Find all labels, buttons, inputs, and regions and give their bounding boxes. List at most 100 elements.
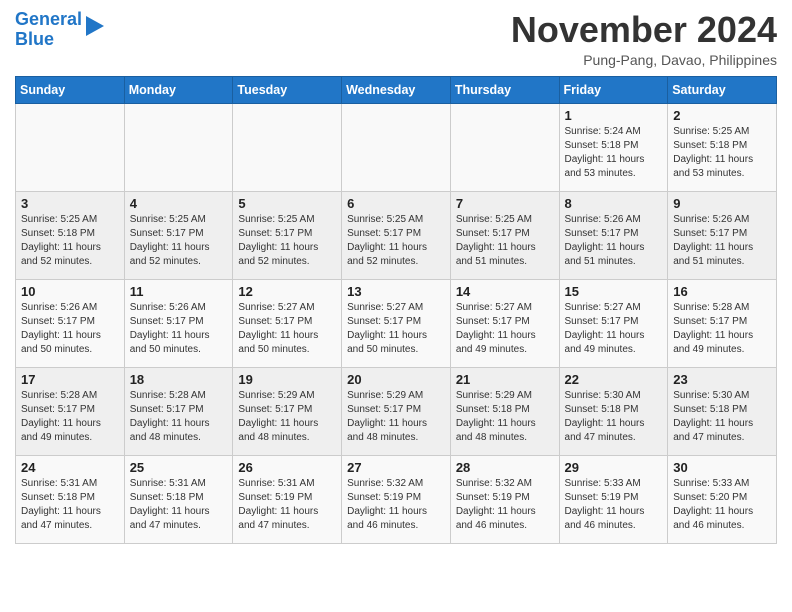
day-info: Sunrise: 5:28 AMSunset: 5:17 PMDaylight:…: [21, 389, 119, 445]
weekday-header-sunday: Sunday: [16, 76, 125, 103]
day-number: 18: [130, 372, 228, 387]
day-number: 30: [673, 460, 771, 475]
calendar-cell: 22 Sunrise: 5:30 AMSunset: 5:18 PMDayligh…: [559, 367, 668, 455]
logo-line2: Blue: [15, 29, 54, 49]
day-info: Sunrise: 5:30 AMSunset: 5:18 PMDaylight:…: [673, 389, 771, 445]
logo-icon: [84, 12, 106, 40]
calendar-table: SundayMondayTuesdayWednesdayThursdayFrid…: [15, 76, 777, 544]
calendar-cell: 5 Sunrise: 5:25 AMSunset: 5:17 PMDaylight…: [233, 191, 342, 279]
calendar-cell: 11 Sunrise: 5:26 AMSunset: 5:17 PMDayligh…: [124, 279, 233, 367]
calendar-cell: 1Sunrise: 5:24 AMSunset: 5:18 PMDaylight…: [559, 103, 668, 191]
day-info: Sunrise: 5:33 AMSunset: 5:19 PMDaylight:…: [565, 477, 663, 533]
day-info: Sunrise: 5:31 AMSunset: 5:18 PMDaylight:…: [130, 477, 228, 533]
day-info: Sunrise: 5:26 AMSunset: 5:17 PMDaylight:…: [21, 301, 119, 357]
weekday-header-wednesday: Wednesday: [342, 76, 451, 103]
calendar-cell: 17 Sunrise: 5:28 AMSunset: 5:17 PMDayligh…: [16, 367, 125, 455]
calendar-cell: [16, 103, 125, 191]
day-info: Sunrise: 5:29 AMSunset: 5:18 PMDaylight:…: [456, 389, 554, 445]
day-number: 25: [130, 460, 228, 475]
calendar-cell: 30 Sunrise: 5:33 AMSunset: 5:20 PMDayligh…: [668, 455, 777, 543]
day-info: Sunrise: 5:31 AMSunset: 5:18 PMDaylight:…: [21, 477, 119, 533]
day-number: 15: [565, 284, 663, 299]
logo-text: General Blue: [15, 10, 82, 50]
logo-line1: General: [15, 9, 82, 29]
day-number: 3: [21, 196, 119, 211]
day-info: Sunrise: 5:25 AMSunset: 5:17 PMDaylight:…: [456, 213, 554, 269]
calendar-cell: 20 Sunrise: 5:29 AMSunset: 5:17 PMDayligh…: [342, 367, 451, 455]
day-info: Sunrise: 5:29 AMSunset: 5:17 PMDaylight:…: [347, 389, 445, 445]
calendar-cell: [342, 103, 451, 191]
day-number: 28: [456, 460, 554, 475]
weekday-header-monday: Monday: [124, 76, 233, 103]
day-number: 20: [347, 372, 445, 387]
calendar-cell: 6Sunrise: 5:25 AMSunset: 5:17 PMDaylight…: [342, 191, 451, 279]
day-number: 4: [130, 196, 228, 211]
day-number: 11: [130, 284, 228, 299]
calendar-cell: 15 Sunrise: 5:27 AMSunset: 5:17 PMDayligh…: [559, 279, 668, 367]
day-info: Sunrise: 5:31 AMSunset: 5:19 PMDaylight:…: [238, 477, 336, 533]
day-info: Sunrise: 5:25 AMSunset: 5:17 PMDaylight:…: [238, 213, 336, 269]
day-number: 26: [238, 460, 336, 475]
day-number: 10: [21, 284, 119, 299]
day-number: 17: [21, 372, 119, 387]
calendar-cell: [450, 103, 559, 191]
week-row-4: 17 Sunrise: 5:28 AMSunset: 5:17 PMDayligh…: [16, 367, 777, 455]
month-title: November 2024: [511, 10, 777, 50]
day-info: Sunrise: 5:30 AMSunset: 5:18 PMDaylight:…: [565, 389, 663, 445]
day-info: Sunrise: 5:27 AMSunset: 5:17 PMDaylight:…: [456, 301, 554, 357]
day-number: 14: [456, 284, 554, 299]
day-number: 19: [238, 372, 336, 387]
header: General Blue November 2024 Pung-Pang, Da…: [15, 10, 777, 68]
day-info: Sunrise: 5:28 AMSunset: 5:17 PMDaylight:…: [130, 389, 228, 445]
day-number: 12: [238, 284, 336, 299]
day-number: 8: [565, 196, 663, 211]
calendar-cell: 13 Sunrise: 5:27 AMSunset: 5:17 PMDayligh…: [342, 279, 451, 367]
day-info: Sunrise: 5:26 AMSunset: 5:17 PMDaylight:…: [130, 301, 228, 357]
day-info: Sunrise: 5:33 AMSunset: 5:20 PMDaylight:…: [673, 477, 771, 533]
calendar-cell: 28Sunrise: 5:32 AMSunset: 5:19 PMDayligh…: [450, 455, 559, 543]
week-row-1: 1Sunrise: 5:24 AMSunset: 5:18 PMDaylight…: [16, 103, 777, 191]
calendar-cell: 25 Sunrise: 5:31 AMSunset: 5:18 PMDayligh…: [124, 455, 233, 543]
week-row-3: 10 Sunrise: 5:26 AMSunset: 5:17 PMDayligh…: [16, 279, 777, 367]
day-info: Sunrise: 5:26 AMSunset: 5:17 PMDaylight:…: [673, 213, 771, 269]
calendar-cell: 21Sunrise: 5:29 AMSunset: 5:18 PMDayligh…: [450, 367, 559, 455]
day-number: 24: [21, 460, 119, 475]
day-number: 16: [673, 284, 771, 299]
calendar-cell: 9Sunrise: 5:26 AMSunset: 5:17 PMDaylight…: [668, 191, 777, 279]
calendar-cell: 8Sunrise: 5:26 AMSunset: 5:17 PMDaylight…: [559, 191, 668, 279]
day-number: 23: [673, 372, 771, 387]
day-info: Sunrise: 5:29 AMSunset: 5:17 PMDaylight:…: [238, 389, 336, 445]
calendar-cell: 2Sunrise: 5:25 AMSunset: 5:18 PMDaylight…: [668, 103, 777, 191]
calendar-cell: 29 Sunrise: 5:33 AMSunset: 5:19 PMDayligh…: [559, 455, 668, 543]
location-subtitle: Pung-Pang, Davao, Philippines: [511, 52, 777, 68]
day-info: Sunrise: 5:25 AMSunset: 5:18 PMDaylight:…: [21, 213, 119, 269]
week-row-2: 3 Sunrise: 5:25 AMSunset: 5:18 PMDaylight…: [16, 191, 777, 279]
calendar-cell: 19 Sunrise: 5:29 AMSunset: 5:17 PMDayligh…: [233, 367, 342, 455]
day-number: 1: [565, 108, 663, 123]
day-number: 22: [565, 372, 663, 387]
calendar-cell: 14 Sunrise: 5:27 AMSunset: 5:17 PMDayligh…: [450, 279, 559, 367]
day-number: 29: [565, 460, 663, 475]
day-number: 2: [673, 108, 771, 123]
day-info: Sunrise: 5:27 AMSunset: 5:17 PMDaylight:…: [565, 301, 663, 357]
calendar-cell: 10 Sunrise: 5:26 AMSunset: 5:17 PMDayligh…: [16, 279, 125, 367]
weekday-header-thursday: Thursday: [450, 76, 559, 103]
weekday-header-tuesday: Tuesday: [233, 76, 342, 103]
day-number: 6: [347, 196, 445, 211]
calendar-cell: [233, 103, 342, 191]
calendar-cell: 3 Sunrise: 5:25 AMSunset: 5:18 PMDaylight…: [16, 191, 125, 279]
calendar-cell: 23 Sunrise: 5:30 AMSunset: 5:18 PMDayligh…: [668, 367, 777, 455]
day-number: 13: [347, 284, 445, 299]
day-number: 27: [347, 460, 445, 475]
calendar-cell: 7Sunrise: 5:25 AMSunset: 5:17 PMDaylight…: [450, 191, 559, 279]
page: General Blue November 2024 Pung-Pang, Da…: [0, 0, 792, 559]
calendar-cell: 12Sunrise: 5:27 AMSunset: 5:17 PMDayligh…: [233, 279, 342, 367]
day-info: Sunrise: 5:32 AMSunset: 5:19 PMDaylight:…: [347, 477, 445, 533]
week-row-5: 24 Sunrise: 5:31 AMSunset: 5:18 PMDayligh…: [16, 455, 777, 543]
day-number: 5: [238, 196, 336, 211]
logo: General Blue: [15, 10, 106, 50]
calendar-cell: 18 Sunrise: 5:28 AMSunset: 5:17 PMDayligh…: [124, 367, 233, 455]
calendar-cell: 27 Sunrise: 5:32 AMSunset: 5:19 PMDayligh…: [342, 455, 451, 543]
day-info: Sunrise: 5:27 AMSunset: 5:17 PMDaylight:…: [347, 301, 445, 357]
weekday-header-row: SundayMondayTuesdayWednesdayThursdayFrid…: [16, 76, 777, 103]
